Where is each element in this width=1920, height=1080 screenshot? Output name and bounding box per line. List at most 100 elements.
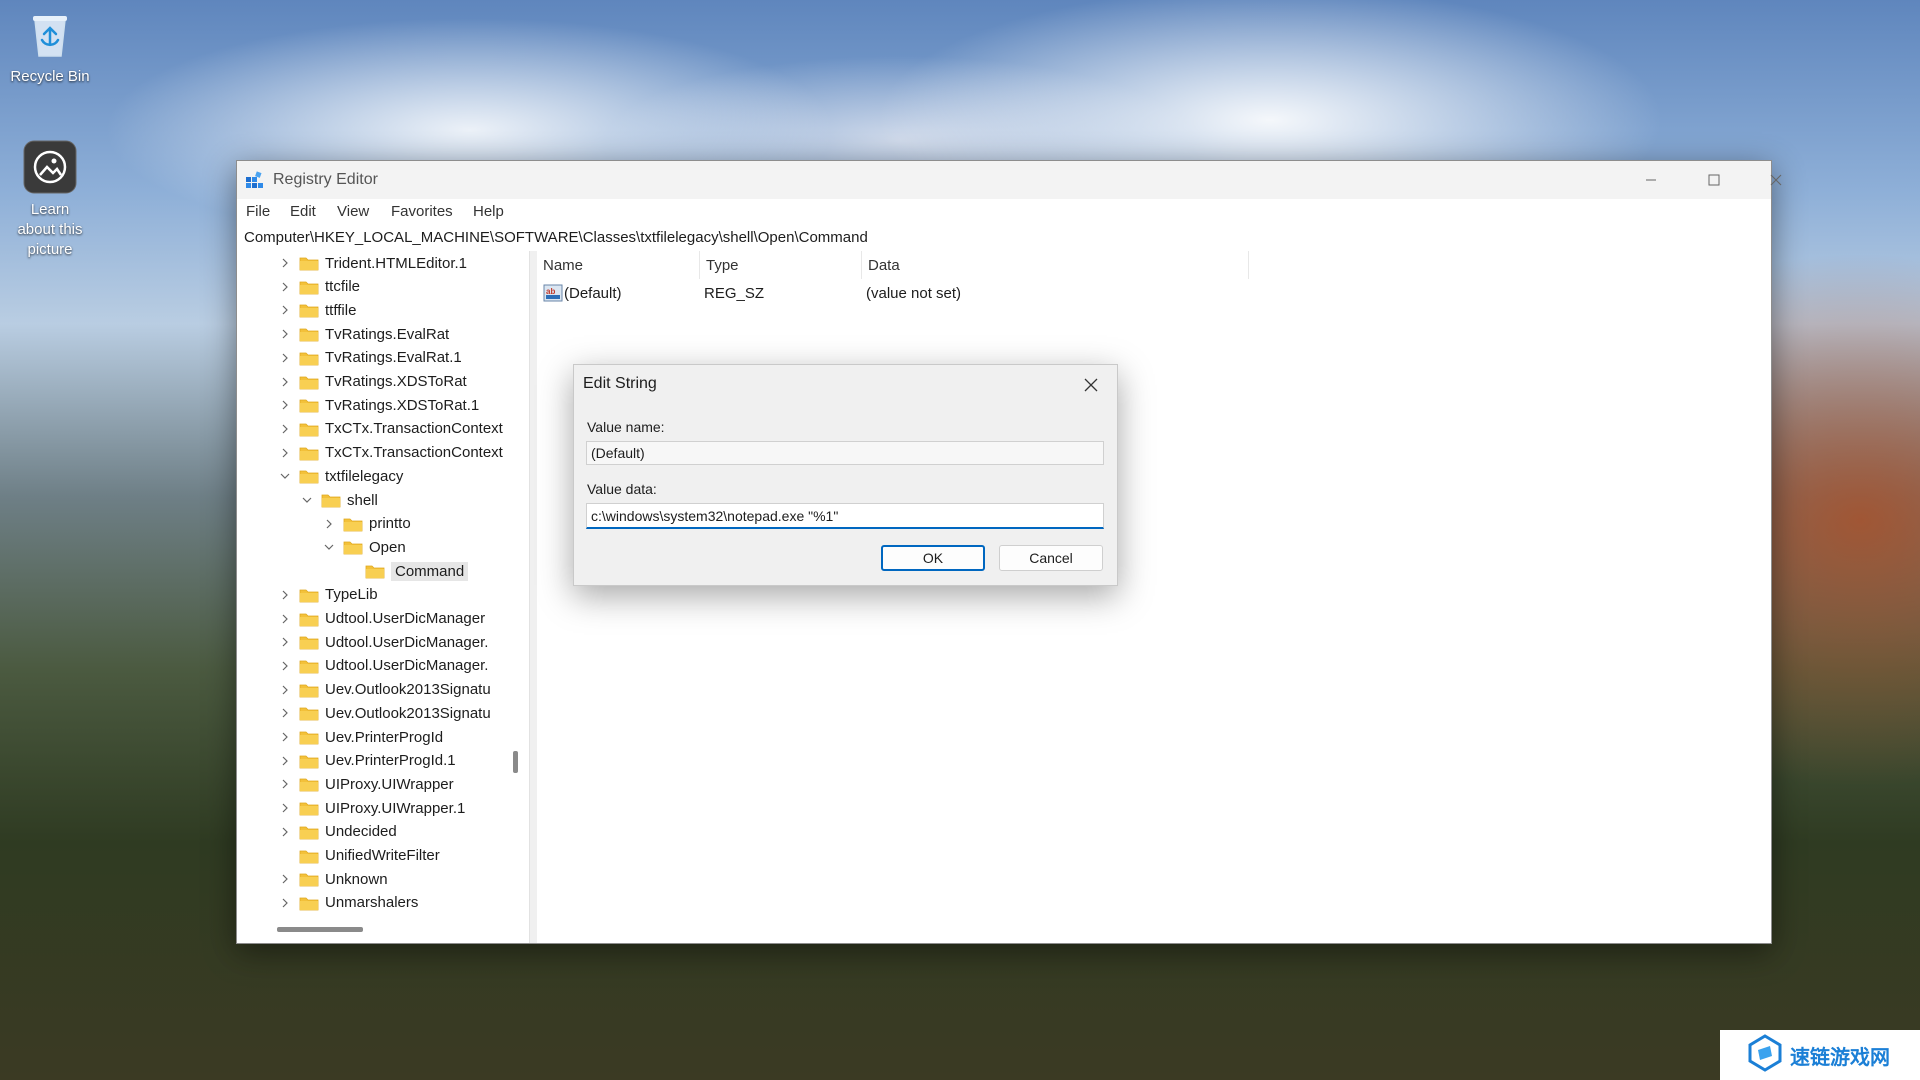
chevron-right-icon[interactable] bbox=[277, 753, 293, 769]
chevron-right-icon[interactable] bbox=[277, 705, 293, 721]
menu-help[interactable]: Help bbox=[473, 203, 504, 220]
tree-item[interactable]: Uev.PrinterProgId bbox=[277, 726, 443, 748]
folder-icon bbox=[299, 824, 319, 840]
tree-item[interactable]: printto bbox=[321, 513, 411, 535]
registry-key-tree[interactable]: Trident.HTMLEditor.1 ttcfile ttffile TvRati… bbox=[237, 251, 529, 943]
column-header-type[interactable]: Type bbox=[700, 251, 862, 279]
chevron-down-icon[interactable] bbox=[299, 492, 315, 508]
close-window-button[interactable] bbox=[1755, 165, 1797, 195]
menu-view[interactable]: View bbox=[337, 203, 369, 220]
tree-item[interactable]: Udtool.UserDicManager. bbox=[277, 655, 488, 677]
camera-icon bbox=[23, 140, 77, 194]
folder-icon bbox=[299, 587, 319, 603]
tree-item[interactable]: Udtool.UserDicManager. bbox=[277, 631, 488, 653]
chevron-right-icon[interactable] bbox=[277, 587, 293, 603]
tree-item[interactable]: Unmarshalers bbox=[277, 892, 418, 914]
cancel-button[interactable]: Cancel bbox=[999, 545, 1103, 571]
tree-item[interactable]: TvRatings.EvalRat.1 bbox=[277, 347, 462, 369]
tree-item-label: TxCTx.TransactionContext bbox=[325, 444, 503, 462]
chevron-right-icon[interactable] bbox=[277, 895, 293, 911]
chevron-right-icon[interactable] bbox=[277, 397, 293, 413]
folder-icon bbox=[299, 705, 319, 721]
menu-edit[interactable]: Edit bbox=[290, 203, 316, 220]
ok-button[interactable]: OK bbox=[881, 545, 985, 571]
chevron-right-icon[interactable] bbox=[277, 658, 293, 674]
folder-icon bbox=[299, 800, 319, 816]
value-name-field: (Default) bbox=[586, 441, 1104, 465]
tree-item[interactable]: shell bbox=[299, 489, 378, 511]
title-bar[interactable]: Registry Editor bbox=[237, 161, 1782, 199]
tree-item[interactable]: Trident.HTMLEditor.1 bbox=[277, 252, 467, 274]
tree-item[interactable]: Uev.PrinterProgId.1 bbox=[277, 750, 456, 772]
chevron-right-icon[interactable] bbox=[277, 776, 293, 792]
menu-file[interactable]: File bbox=[246, 203, 270, 220]
chevron-right-icon[interactable] bbox=[277, 824, 293, 840]
column-header-name[interactable]: Name bbox=[537, 251, 700, 279]
tree-item-label: Uev.PrinterProgId.1 bbox=[325, 752, 456, 770]
tree-item[interactable]: ttcfile bbox=[277, 276, 360, 298]
tree-item[interactable]: Open bbox=[321, 536, 406, 558]
chevron-right-icon[interactable] bbox=[277, 255, 293, 271]
desktop-icon-learn-about-picture[interactable]: Learn about this picture bbox=[2, 140, 98, 260]
tree-item[interactable]: Uev.Outlook2013Signatu bbox=[277, 679, 491, 701]
folder-icon bbox=[299, 468, 319, 484]
chevron-down-icon[interactable] bbox=[321, 539, 337, 555]
chevron-right-icon[interactable] bbox=[277, 729, 293, 745]
menu-bar: File Edit View Favorites Help bbox=[237, 199, 1771, 225]
value-row[interactable]: ab (Default) REG_SZ (value not set) bbox=[537, 283, 1237, 305]
tree-item[interactable]: TypeLib bbox=[277, 584, 378, 606]
tree-item-label: Udtool.UserDicManager bbox=[325, 610, 486, 627]
address-bar[interactable]: Computer\HKEY_LOCAL_MACHINE\SOFTWARE\Cla… bbox=[237, 225, 1771, 252]
tree-item[interactable]: Udtool.UserDicManager bbox=[277, 608, 485, 630]
tree-item[interactable]: TxCTx.TransactionContext bbox=[277, 418, 503, 440]
tree-item[interactable]: TvRatings.XDSToRat.1 bbox=[277, 394, 479, 416]
chevron-right-icon[interactable] bbox=[277, 374, 293, 390]
tree-item[interactable]: Command bbox=[343, 560, 469, 582]
maximize-icon bbox=[1708, 174, 1720, 186]
tree-item[interactable]: TxCTx.TransactionContext bbox=[277, 442, 503, 464]
value-data-input[interactable] bbox=[586, 503, 1104, 529]
folder-icon bbox=[365, 563, 385, 579]
tree-item-label: shell bbox=[347, 491, 378, 509]
chevron-right-icon[interactable] bbox=[277, 445, 293, 461]
tree-item[interactable]: TvRatings.XDSToRat bbox=[277, 371, 467, 393]
menu-favorites[interactable]: Favorites bbox=[391, 203, 453, 220]
chevron-right-icon[interactable] bbox=[277, 634, 293, 650]
dialog-close-button[interactable] bbox=[1074, 371, 1108, 399]
desktop-icon-recycle-bin[interactable]: Recycle Bin bbox=[2, 8, 98, 85]
chevron-right-icon[interactable] bbox=[277, 326, 293, 342]
window-title: Registry Editor bbox=[273, 171, 378, 188]
maximize-button[interactable] bbox=[1692, 165, 1736, 195]
values-pane[interactable]: Name Type Data ab (Default) REG_SZ (valu… bbox=[537, 251, 1771, 943]
tree-item[interactable]: txtfilelegacy bbox=[277, 465, 403, 487]
folder-icon bbox=[299, 279, 319, 295]
tree-item-label: txtfilelegacy bbox=[325, 467, 404, 485]
tree-item[interactable]: ttffile bbox=[277, 299, 356, 321]
chevron-right-icon[interactable] bbox=[277, 350, 293, 366]
tree-horizontal-scrollbar[interactable] bbox=[277, 927, 363, 932]
tree-item[interactable]: Undecided bbox=[277, 821, 397, 843]
tree-item[interactable]: UIProxy.UIWrapper.1 bbox=[277, 797, 465, 819]
chevron-right-icon[interactable] bbox=[277, 800, 293, 816]
chevron-right-icon[interactable] bbox=[277, 611, 293, 627]
tree-item[interactable]: TvRatings.EvalRat bbox=[277, 323, 449, 345]
chevron-right-icon[interactable] bbox=[277, 421, 293, 437]
tree-item[interactable]: Uev.Outlook2013Signatu bbox=[277, 702, 491, 724]
tree-vertical-scrollbar[interactable] bbox=[511, 251, 519, 851]
tree-item[interactable]: Unknown bbox=[277, 868, 388, 890]
tree-item[interactable]: UIProxy.UIWrapper bbox=[277, 773, 454, 795]
chevron-down-icon[interactable] bbox=[277, 468, 293, 484]
string-value-icon: ab bbox=[543, 284, 563, 306]
tree-scroll-thumb[interactable] bbox=[513, 751, 518, 773]
folder-icon bbox=[299, 611, 319, 627]
chevron-right-icon[interactable] bbox=[277, 682, 293, 698]
tree-item[interactable]: UnifiedWriteFilter bbox=[277, 845, 440, 867]
chevron-right-icon[interactable] bbox=[277, 279, 293, 295]
tree-item-label: Open bbox=[369, 538, 406, 556]
chevron-right-icon[interactable] bbox=[277, 302, 293, 318]
minimize-button[interactable] bbox=[1629, 165, 1673, 195]
value-data-label: Value data: bbox=[587, 481, 657, 497]
chevron-right-icon[interactable] bbox=[277, 871, 293, 887]
column-header-data[interactable]: Data bbox=[862, 251, 1249, 279]
chevron-right-icon[interactable] bbox=[321, 516, 337, 532]
